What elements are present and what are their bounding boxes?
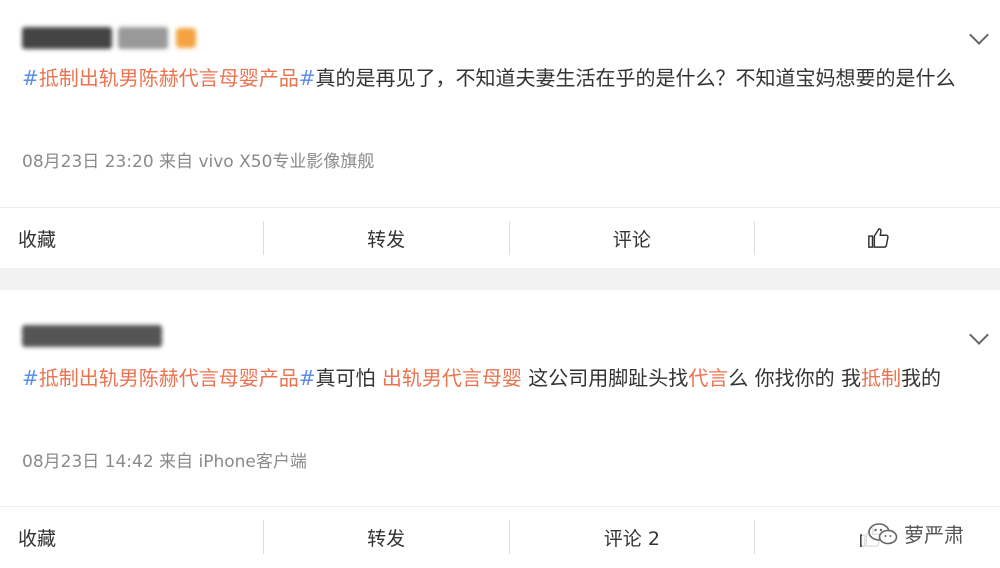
username-blurred[interactable] <box>22 24 196 52</box>
comment-button[interactable]: 评论 <box>510 208 755 268</box>
repost-button[interactable]: 转发 <box>264 208 509 268</box>
watermark-text: 萝严肃 <box>904 523 964 547</box>
keyword-link[interactable]: 抵制出轨男陈赫代言母婴产品 <box>39 366 299 390</box>
weibo-post-2: #抵制出轨男陈赫代言母婴产品#真可怕 出轨男代言母婴 这公司用脚趾头找代言么 你… <box>0 290 1000 568</box>
blurred-name-tail <box>118 27 168 49</box>
content-text: 真的是再见了，不知道夫妻生活在乎的是什么？不知道宝妈想要的是什么 <box>315 66 956 90</box>
hashtag-mark[interactable]: # <box>22 66 39 90</box>
content-text: 么 你找你的 我 <box>728 366 861 390</box>
content-text: 我的 <box>900 366 941 390</box>
wechat-icon <box>868 522 898 544</box>
hashtag-mark[interactable]: # <box>22 366 39 390</box>
chevron-down-icon[interactable] <box>969 325 989 345</box>
watermark: 萝严肃 <box>862 517 970 550</box>
comment-button[interactable]: 评论 2 <box>510 507 755 567</box>
weibo-post-1: #抵制出轨男陈赫代言母婴产品#真的是再见了，不知道夫妻生活在乎的是什么？不知道宝… <box>0 0 1000 268</box>
keyword-link[interactable]: 代言 <box>688 366 728 390</box>
action-bar: 收藏 转发 评论 <box>0 207 1000 268</box>
post-meta: 08月23日 23:20 来自 vivo X50专业影像旗舰 <box>22 152 375 172</box>
repost-button[interactable]: 转发 <box>264 507 509 567</box>
hashtag-mark[interactable]: # <box>299 366 316 390</box>
emoji-icon <box>176 28 196 48</box>
hashtag-mark[interactable]: # <box>299 66 316 90</box>
favorite-button[interactable]: 收藏 <box>0 208 263 268</box>
keyword-link[interactable]: 出轨男代言母婴 <box>382 366 522 390</box>
content-text: 真可怕 <box>315 366 382 390</box>
keyword-link[interactable]: 抵制出轨男陈赫代言母婴产品 <box>39 66 299 90</box>
post-separator <box>0 268 1000 290</box>
thumbs-up-icon <box>867 228 889 248</box>
post-meta: 08月23日 14:42 来自 iPhone客户端 <box>22 452 307 472</box>
favorite-button[interactable]: 收藏 <box>0 507 263 567</box>
action-bar: 收藏 转发 评论 2 9 <box>0 506 1000 567</box>
blurred-name <box>22 325 162 347</box>
chevron-down-icon[interactable] <box>969 25 989 45</box>
post-content: #抵制出轨男陈赫代言母婴产品#真的是再见了，不知道夫妻生活在乎的是什么？不知道宝… <box>22 58 982 98</box>
blurred-name <box>22 27 112 49</box>
keyword-link[interactable]: 抵制 <box>861 366 901 390</box>
post-content: #抵制出轨男陈赫代言母婴产品#真可怕 出轨男代言母婴 这公司用脚趾头找代言么 你… <box>22 358 982 398</box>
content-text: 这公司用脚趾头找 <box>521 366 689 390</box>
like-button[interactable] <box>755 208 1000 268</box>
username-blurred[interactable] <box>22 322 162 350</box>
